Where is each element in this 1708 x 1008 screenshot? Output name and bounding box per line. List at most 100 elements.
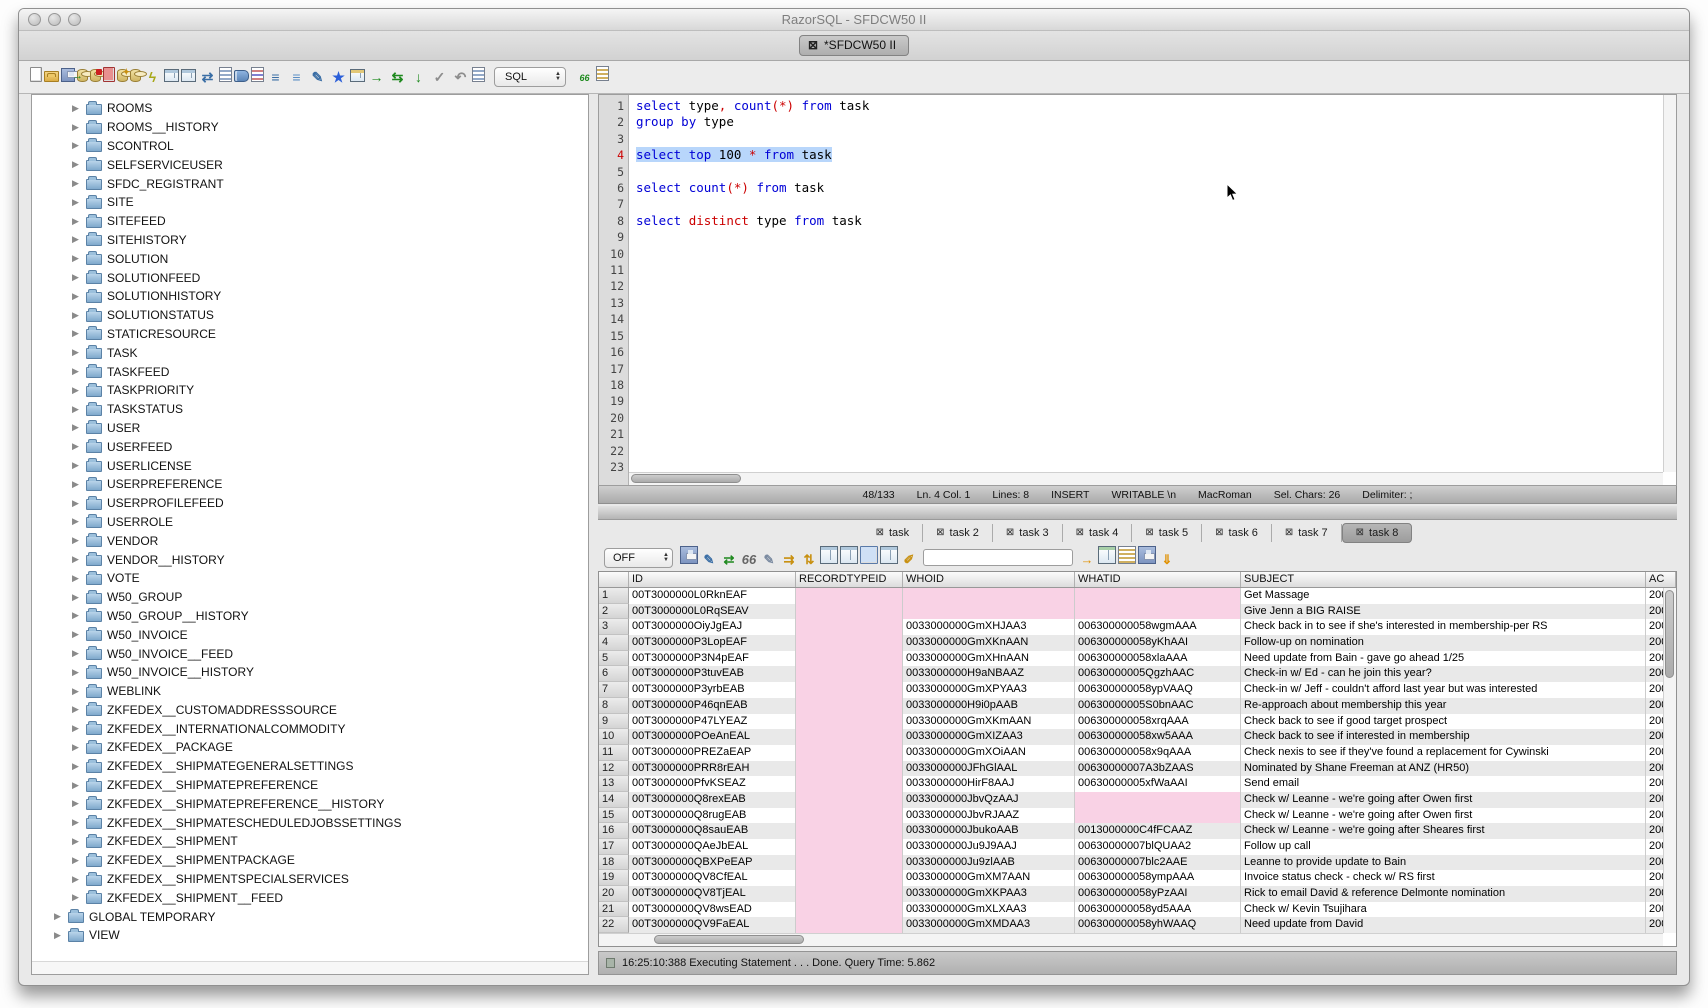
- tree-item-sfdc-registrant[interactable]: ▶SFDC_REGISTRANT: [32, 174, 588, 193]
- cell-id[interactable]: 00T3000000P3tuvEAB: [629, 666, 796, 682]
- tree-item-zkfedex-shipmentpackage[interactable]: ▶ZKFEDEX__SHIPMENTPACKAGE: [32, 851, 588, 870]
- cell-subject[interactable]: Need update from Bain - gave go ahead 1/…: [1241, 651, 1646, 667]
- expand-arrow-icon[interactable]: ▶: [72, 159, 81, 170]
- cell-recordtypeid[interactable]: [796, 776, 903, 792]
- expand-arrow-icon[interactable]: ▶: [72, 347, 81, 358]
- expand-arrow-icon[interactable]: ▶: [72, 629, 81, 640]
- expand-arrow-icon[interactable]: ▶: [72, 592, 81, 603]
- expand-arrow-icon[interactable]: ▶: [72, 310, 81, 321]
- expand-arrow-icon[interactable]: ▶: [72, 761, 81, 772]
- expand-arrow-icon[interactable]: ▶: [72, 272, 81, 283]
- cell-recordtypeid[interactable]: [796, 855, 903, 871]
- edit-cell-icon[interactable]: ✎: [760, 551, 778, 569]
- query-builder-icon[interactable]: [350, 69, 365, 82]
- expand-arrow-icon[interactable]: ▶: [72, 291, 81, 302]
- cell-subject[interactable]: Get Massage: [1241, 588, 1646, 604]
- connect-icon[interactable]: [77, 69, 88, 82]
- scroll-thumb[interactable]: [654, 935, 804, 944]
- code-line[interactable]: [636, 443, 1676, 459]
- cell-recordtypeid[interactable]: [796, 917, 903, 933]
- tree-item-rooms[interactable]: ▶ROOMS: [32, 99, 588, 118]
- commit-icon[interactable]: ✓: [430, 68, 449, 87]
- row-number-cell[interactable]: 9: [599, 714, 629, 730]
- expand-arrow-icon[interactable]: ▶: [72, 554, 81, 565]
- save-table-icon[interactable]: [1138, 546, 1156, 564]
- cell-whoid[interactable]: 0033000000JbukoAAB: [903, 823, 1075, 839]
- cell-id[interactable]: 00T3000000PRR8rEAH: [629, 761, 796, 777]
- results-vertical-scrollbar[interactable]: [1663, 588, 1676, 933]
- cell-whoid[interactable]: 0033000000JbvRJAAZ: [903, 808, 1075, 824]
- disconnect-icon[interactable]: [90, 69, 101, 82]
- cell-whatid[interactable]: 00630000007A3bZAAS: [1075, 761, 1241, 777]
- cell-whatid[interactable]: 006300000058yPzAAI: [1075, 886, 1241, 902]
- edit-table-data-icon[interactable]: [1118, 546, 1136, 564]
- tree-item-w50-invoice[interactable]: ▶W50_INVOICE: [32, 625, 588, 644]
- cell-whatid[interactable]: [1075, 604, 1241, 620]
- documentation-book-icon[interactable]: [234, 70, 249, 82]
- statement-type-select[interactable]: SQL ▲▼: [494, 67, 566, 87]
- cell-whatid[interactable]: [1075, 792, 1241, 808]
- row-number-cell[interactable]: 6: [599, 666, 629, 682]
- quote-results-icon[interactable]: 66: [740, 551, 758, 569]
- refresh-results-icon[interactable]: ⇄: [720, 551, 738, 569]
- cell-whoid[interactable]: 0033000000GmXOiAAN: [903, 745, 1075, 761]
- row-number-cell[interactable]: 13: [599, 776, 629, 792]
- cell-whatid[interactable]: 0013000000C4fFCAAZ: [1075, 823, 1241, 839]
- cell-whatid[interactable]: 006300000058ympAAA: [1075, 870, 1241, 886]
- cell-subject[interactable]: Check-in w/ Jeff - couldn't afford last …: [1241, 682, 1646, 698]
- cell-subject[interactable]: Check w/ Leanne - we're going after Owen…: [1241, 792, 1646, 808]
- rollback-icon[interactable]: ↶: [451, 68, 470, 87]
- column-header-id[interactable]: ID: [629, 572, 796, 587]
- tab-close-icon[interactable]: ⊠: [1285, 527, 1293, 538]
- expand-arrow-icon[interactable]: ▶: [72, 535, 81, 546]
- cell-id[interactable]: 00T3000000P3LopEAF: [629, 635, 796, 651]
- tree-item-sitefeed[interactable]: ▶SITEFEED: [32, 212, 588, 231]
- results-format-icon[interactable]: [596, 66, 609, 81]
- cell-id[interactable]: 00T3000000P3N4pEAF: [629, 651, 796, 667]
- tree-item-rooms-history[interactable]: ▶ROOMS__HISTORY: [32, 118, 588, 137]
- title-bar[interactable]: RazorSQL - SFDCW50 II: [19, 9, 1689, 31]
- expand-arrow-icon[interactable]: ▶: [72, 404, 81, 415]
- expand-arrow-icon[interactable]: ▶: [54, 911, 63, 922]
- results-search-input[interactable]: [923, 549, 1073, 566]
- tab-close-icon[interactable]: ⊠: [876, 527, 884, 538]
- expand-arrow-icon[interactable]: ▶: [72, 441, 81, 452]
- cell-whoid[interactable]: 0033000000GmXKmAAN: [903, 714, 1075, 730]
- expand-arrow-icon[interactable]: ▶: [72, 667, 81, 678]
- sql-log-icon[interactable]: [472, 67, 485, 82]
- row-number-cell[interactable]: 15: [599, 808, 629, 824]
- cell-recordtypeid[interactable]: [796, 761, 903, 777]
- cell-whoid[interactable]: 0033000000GmXIZAA3: [903, 729, 1075, 745]
- generate-sql-icon[interactable]: [219, 67, 232, 82]
- copy-connection-icon[interactable]: [103, 67, 115, 82]
- cell-subject[interactable]: Invoice status check - check w/ RS first: [1241, 870, 1646, 886]
- row-number-cell[interactable]: 4: [599, 635, 629, 651]
- tree-item-zkfedex-shipmentspecialservices[interactable]: ▶ZKFEDEX__SHIPMENTSPECIALSERVICES: [32, 870, 588, 889]
- cell-whoid[interactable]: [903, 604, 1075, 620]
- copy-with-headers-icon[interactable]: [880, 546, 898, 564]
- tree-item-w50-group[interactable]: ▶W50_GROUP: [32, 588, 588, 607]
- code-line[interactable]: [636, 311, 1676, 327]
- cell-whatid[interactable]: [1075, 808, 1241, 824]
- expand-arrow-icon[interactable]: ▶: [72, 780, 81, 791]
- code-line[interactable]: [636, 164, 1676, 180]
- expand-arrow-icon[interactable]: ▶: [72, 723, 81, 734]
- tree-item-zkfedex-shipment[interactable]: ▶ZKFEDEX__SHIPMENT: [32, 832, 588, 851]
- cell-subject[interactable]: Rick to email David & reference Delmonte…: [1241, 886, 1646, 902]
- cell-whatid[interactable]: 006300000058xrqAAA: [1075, 714, 1241, 730]
- column-header-whoid[interactable]: WHOID: [903, 572, 1075, 587]
- cell-whoid[interactable]: 0033000000JbvQzAAJ: [903, 792, 1075, 808]
- code-line[interactable]: select distinct type from task: [636, 213, 1676, 229]
- row-number-cell[interactable]: 18: [599, 855, 629, 871]
- result-tab-task-7[interactable]: ⊠task 7: [1272, 524, 1342, 542]
- cell-recordtypeid[interactable]: [796, 619, 903, 635]
- cell-subject[interactable]: Leanne to provide update to Bain: [1241, 855, 1646, 871]
- cell-id[interactable]: 00T3000000Q8rugEAB: [629, 808, 796, 824]
- cell-id[interactable]: 00T3000000L0RknEAF: [629, 588, 796, 604]
- cell-id[interactable]: 00T3000000Q8rexEAB: [629, 792, 796, 808]
- tree-item-global-temporary[interactable]: ▶GLOBAL TEMPORARY: [32, 907, 588, 926]
- cell-whatid[interactable]: 006300000058xw5AAA: [1075, 729, 1241, 745]
- cell-recordtypeid[interactable]: [796, 682, 903, 698]
- filter-results-icon[interactable]: ✎: [700, 551, 718, 569]
- code-line[interactable]: [636, 393, 1676, 409]
